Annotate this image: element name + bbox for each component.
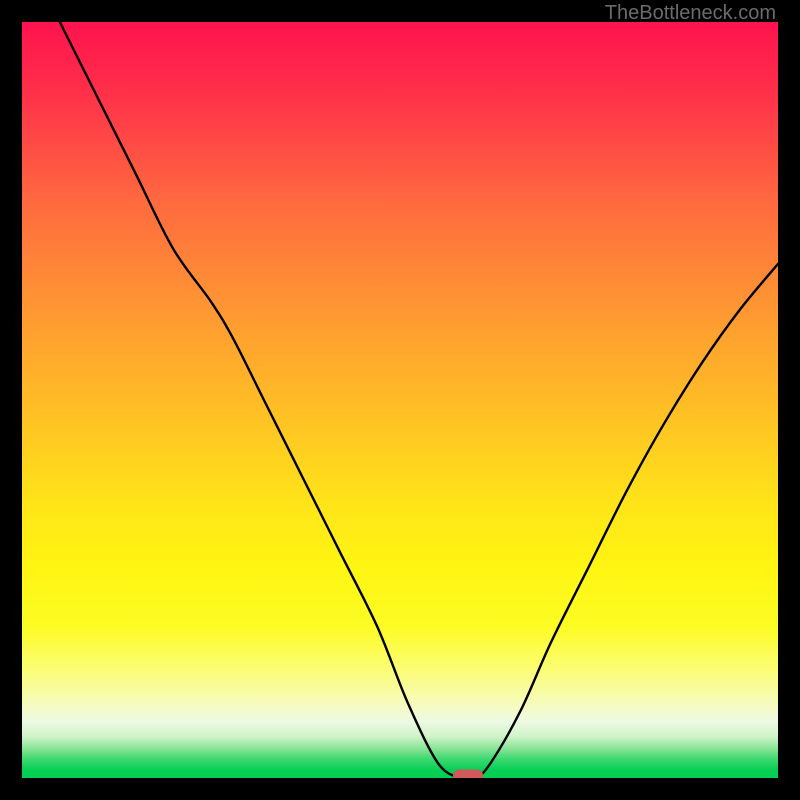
watermark-text: TheBottleneck.com: [605, 2, 776, 25]
curve-layer: [22, 22, 778, 778]
chart-frame: TheBottleneck.com: [0, 0, 800, 800]
optimal-marker: [453, 770, 483, 779]
plot-area: [22, 22, 778, 778]
bottleneck-curve: [60, 22, 778, 778]
